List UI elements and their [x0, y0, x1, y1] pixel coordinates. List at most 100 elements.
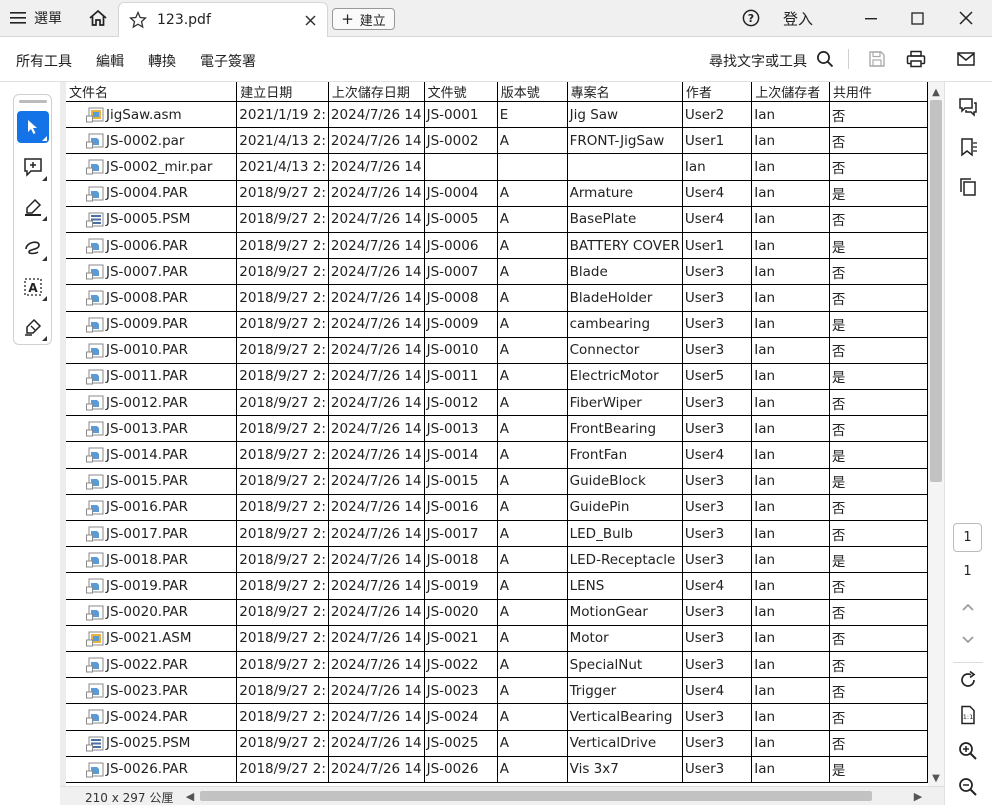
table-cell: 2018/9/27 2:: [236, 363, 329, 391]
column-header: 上次儲存日期: [328, 82, 425, 102]
rotate-button[interactable]: [955, 667, 981, 693]
tool-menu-indicator: [42, 216, 47, 221]
table-cell: Ian: [751, 363, 830, 391]
toolbar-all-tools[interactable]: 所有工具: [16, 51, 72, 71]
table-cell: JS-0017: [424, 520, 498, 548]
select-tool[interactable]: [17, 111, 49, 143]
text-select-tool[interactable]: A: [17, 271, 49, 303]
close-tab-button[interactable]: [301, 11, 319, 29]
psm-file-icon: [86, 736, 104, 752]
scroll-down-arrow[interactable]: ▼: [928, 770, 944, 786]
sign-tool[interactable]: [17, 311, 49, 343]
scroll-left-arrow[interactable]: ◀: [182, 788, 198, 804]
table-cell: 2024/7/26 14: [328, 232, 425, 260]
page-fit-button[interactable]: 1:1: [955, 702, 981, 728]
table-cell: User3: [682, 415, 753, 443]
table-cell: A: [497, 284, 568, 312]
table-cell: User3: [682, 520, 753, 548]
table-cell: JS-0012: [424, 389, 498, 417]
pages-button[interactable]: [955, 174, 981, 200]
previous-page-button[interactable]: [955, 594, 981, 620]
table-cell: Ian: [751, 703, 830, 731]
maximize-button[interactable]: [902, 5, 932, 31]
table-row: JS-0026.PAR 2018/9/27 2: 2024/7/26 14 JS-00…: [66, 756, 928, 783]
tool-menu-indicator: [42, 336, 47, 341]
table-cell: Ian: [751, 258, 830, 286]
help-button[interactable]: ?: [740, 7, 762, 29]
zoom-out-icon: [959, 778, 977, 796]
table-cell: 2024/7/26 14: [328, 101, 425, 129]
print-button[interactable]: [904, 48, 928, 70]
tab-123-pdf[interactable]: 123.pdf: [118, 2, 328, 37]
text-box-icon: A: [24, 278, 42, 296]
highlight-tool[interactable]: [17, 191, 49, 223]
table-cell: JS-0019: [424, 572, 498, 600]
table-cell: 是: [829, 180, 928, 207]
tool-menu-indicator: [42, 256, 47, 261]
table-row: JS-0008.PAR 2018/9/27 2: 2024/7/26 14 JS-00…: [66, 284, 928, 312]
new-button[interactable]: + 建立: [332, 8, 395, 30]
table-cell: JS-0022: [424, 651, 498, 679]
search-button[interactable]: [813, 48, 837, 70]
table-cell: FRONT-JigSaw: [567, 127, 683, 155]
table-cell: 2024/7/26 14: [328, 572, 425, 600]
pdf-page: 文件名 建立日期 上次儲存日期 文件號 版本號 專案名 作者 上次儲存者 共用件 JigSaw.…: [66, 82, 928, 786]
table-row: JS-0002_mir.par 2021/4/13 2: 2024/7/26 14 I…: [66, 153, 928, 181]
scroll-right-arrow[interactable]: ▶: [910, 788, 926, 804]
star-icon[interactable]: [129, 11, 147, 29]
table-cell: 2018/9/27 2:: [236, 625, 329, 652]
par-file-icon: [86, 709, 104, 725]
toolbar-convert[interactable]: 轉換: [148, 51, 176, 71]
table-cell: 是: [829, 468, 928, 495]
file-name-cell: JS-0011.PAR: [66, 363, 238, 391]
table-cell: Motor: [567, 625, 683, 652]
current-page-input[interactable]: 1: [953, 523, 982, 552]
table-cell: 2024/7/26 14: [328, 494, 425, 522]
save-button[interactable]: [865, 48, 889, 70]
table-row: JS-0024.PAR 2018/9/27 2: 2024/7/26 14 JS-00…: [66, 703, 928, 731]
scroll-up-arrow[interactable]: ▲: [928, 84, 944, 100]
table-cell: 否: [829, 572, 928, 600]
home-button[interactable]: [84, 5, 112, 31]
table-cell: 否: [829, 730, 928, 757]
toolbar-e-sign[interactable]: 電子簽署: [200, 51, 256, 71]
minimize-icon: [865, 18, 877, 20]
file-name-cell: JS-0013.PAR: [66, 415, 238, 443]
table-cell: Ian: [751, 180, 830, 207]
panel-grip[interactable]: [19, 100, 47, 103]
menu-button[interactable]: 選單: [10, 6, 62, 30]
search-tools-label[interactable]: 尋找文字或工具: [709, 51, 807, 71]
minimize-button[interactable]: [856, 5, 886, 31]
horizontal-scroll-thumb[interactable]: [200, 791, 872, 801]
vertical-scroll-thumb[interactable]: [930, 100, 942, 482]
table-cell: 2024/7/26 14: [328, 651, 425, 679]
next-page-button[interactable]: [955, 627, 981, 653]
column-header: 上次儲存者: [751, 82, 830, 102]
zoom-in-button[interactable]: [955, 738, 981, 764]
table-cell: 否: [829, 284, 928, 312]
toolbar-edit[interactable]: 編輯: [96, 51, 124, 71]
login-button[interactable]: 登入: [783, 8, 813, 29]
table-cell: 否: [829, 127, 928, 155]
email-button[interactable]: [954, 48, 978, 70]
table-cell: MotionGear: [567, 599, 683, 626]
table-cell: JS-0025: [424, 730, 498, 757]
table-cell: JS-0002: [424, 127, 498, 155]
file-name-cell: JS-0024.PAR: [66, 703, 238, 731]
table-cell: Ian: [751, 415, 830, 443]
vertical-scrollbar[interactable]: ▲ ▼: [928, 82, 944, 786]
table-cell: A: [497, 494, 568, 522]
draw-tool[interactable]: [17, 231, 49, 263]
table-cell: Ian: [751, 127, 830, 155]
horizontal-scrollbar[interactable]: 210 x 297 公厘 ◀ ▶: [60, 786, 944, 805]
par-file-icon: [86, 133, 104, 149]
add-comment-tool[interactable]: [17, 151, 49, 183]
comments-button[interactable]: [955, 94, 981, 120]
table-cell: Ian: [751, 651, 830, 679]
table-cell: Ian: [751, 572, 830, 600]
document-viewport[interactable]: 文件名 建立日期 上次儲存日期 文件號 版本號 專案名 作者 上次儲存者 共用件 JigSaw.…: [60, 82, 928, 786]
close-window-button[interactable]: [951, 5, 981, 31]
zoom-out-button[interactable]: [955, 774, 981, 800]
bookmarks-button[interactable]: [955, 134, 981, 160]
table-cell: A: [497, 206, 568, 233]
